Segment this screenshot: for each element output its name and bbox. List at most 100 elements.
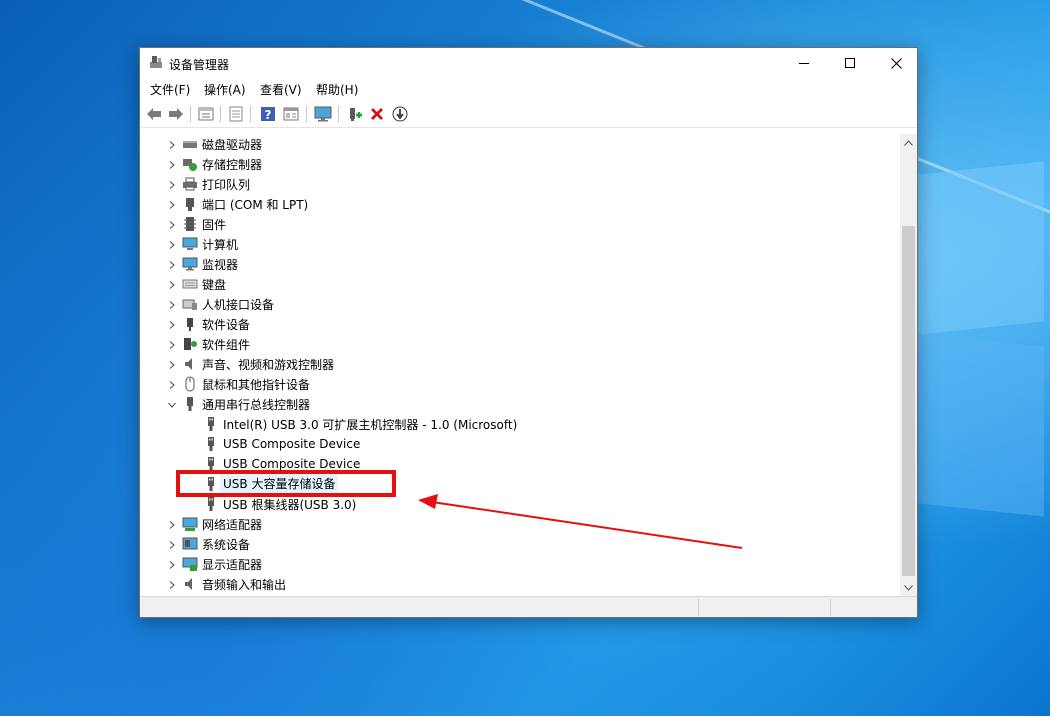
chevron-up-icon — [904, 139, 913, 146]
maximize-button[interactable] — [827, 48, 873, 78]
device-view-button[interactable] — [281, 104, 301, 124]
chevron-right-icon[interactable] — [167, 579, 177, 589]
tree-device[interactable]: USB Composite Device — [203, 434, 360, 454]
chevron-down-icon[interactable] — [167, 399, 177, 409]
chevron-right-icon[interactable] — [167, 559, 177, 569]
update-driver-button[interactable] — [345, 104, 365, 124]
scroll-up-button[interactable] — [900, 134, 917, 151]
vertical-scrollbar[interactable] — [900, 134, 917, 596]
tree-category-label: 人机接口设备 — [202, 297, 275, 312]
disable-icon — [392, 106, 408, 122]
tree-category-label: 监视器 — [202, 257, 239, 272]
menu-file[interactable]: 文件(F) — [150, 81, 190, 98]
usb-icon — [182, 396, 198, 412]
tree-device[interactable]: USB 根集线器(USB 3.0) — [203, 494, 356, 514]
computer-icon — [182, 236, 198, 252]
tree-device-label: USB Composite Device — [223, 437, 361, 451]
minimize-icon — [799, 62, 809, 64]
menu-help[interactable]: 帮助(H) — [316, 81, 358, 98]
tree-category[interactable]: 网络适配器 — [182, 514, 262, 534]
tree-device[interactable]: Intel(R) USB 3.0 可扩展主机控制器 - 1.0 (Microso… — [203, 414, 517, 434]
chevron-right-icon[interactable] — [167, 259, 177, 269]
tree-category[interactable]: 打印队列 — [182, 174, 250, 194]
properties-view-button[interactable] — [196, 104, 216, 124]
scan-hardware-button[interactable] — [313, 104, 333, 124]
tree-category[interactable]: 显示适配器 — [182, 554, 262, 574]
tree-category-label: 端口 (COM 和 LPT) — [202, 197, 309, 212]
help-button[interactable]: ? — [258, 104, 278, 124]
tree-category[interactable]: 软件组件 — [182, 334, 250, 354]
tree-category[interactable]: 软件设备 — [182, 314, 250, 334]
minimize-button[interactable] — [781, 48, 827, 78]
tree-category-label: 存储控制器 — [202, 157, 263, 172]
software-component-icon — [182, 336, 198, 352]
chevron-right-icon[interactable] — [167, 299, 177, 309]
tree-category[interactable]: 监视器 — [182, 254, 238, 274]
uninstall-button[interactable] — [367, 104, 387, 124]
chevron-right-icon[interactable] — [167, 359, 177, 369]
tree-category-label: 声音、视频和游戏控制器 — [202, 357, 335, 372]
chevron-right-icon[interactable] — [167, 239, 177, 249]
port-icon — [182, 196, 198, 212]
chevron-right-icon[interactable] — [167, 319, 177, 329]
scrollbar-thumb[interactable] — [902, 226, 915, 576]
tree-device-label: USB 根集线器(USB 3.0) — [223, 497, 357, 512]
title-bar[interactable]: 设备管理器 — [140, 48, 917, 78]
chevron-right-icon[interactable] — [167, 219, 177, 229]
close-button[interactable] — [873, 48, 919, 78]
tree-category-label: 音频输入和输出 — [202, 577, 287, 592]
tree-category[interactable]: 固件 — [182, 214, 226, 234]
chevron-down-icon — [904, 584, 913, 591]
svg-text:?: ? — [265, 108, 272, 122]
chevron-right-icon[interactable] — [167, 159, 177, 169]
close-icon — [890, 57, 902, 69]
back-icon — [147, 108, 161, 120]
device-view-icon — [283, 107, 299, 121]
chevron-right-icon[interactable] — [167, 519, 177, 529]
tree-category[interactable]: 鼠标和其他指针设备 — [182, 374, 310, 394]
tree-device-label: USB Composite Device — [223, 457, 361, 471]
chevron-right-icon[interactable] — [167, 539, 177, 549]
device-manager-icon — [149, 55, 163, 69]
hid-icon — [182, 296, 198, 312]
usb-device-icon — [203, 416, 219, 432]
mouse-icon — [182, 376, 198, 392]
tree-category-label: 打印队列 — [202, 177, 251, 192]
chevron-right-icon[interactable] — [167, 379, 177, 389]
toolbar: ? — [140, 100, 917, 128]
chevron-right-icon[interactable] — [167, 179, 177, 189]
tree-category[interactable]: 键盘 — [182, 274, 226, 294]
chevron-right-icon[interactable] — [167, 279, 177, 289]
menu-action[interactable]: 操作(A) — [204, 81, 246, 98]
printer-icon — [182, 176, 198, 192]
tree-category[interactable]: 音频输入和输出 — [182, 574, 286, 594]
tree-category[interactable]: 存储控制器 — [182, 154, 262, 174]
usb-device-icon — [203, 436, 219, 452]
scroll-down-button[interactable] — [900, 579, 917, 596]
tree-category[interactable]: 人机接口设备 — [182, 294, 274, 314]
back-button[interactable] — [144, 104, 164, 124]
menu-view[interactable]: 查看(V) — [260, 81, 302, 98]
tree-category[interactable]: 端口 (COM 和 LPT) — [182, 194, 308, 214]
tree-category[interactable]: 计算机 — [182, 234, 238, 254]
tree-category[interactable]: 系统设备 — [182, 534, 250, 554]
tree-category-label: 软件设备 — [202, 317, 251, 332]
disable-button[interactable] — [390, 104, 410, 124]
tree-category[interactable]: 声音、视频和游戏控制器 — [182, 354, 334, 374]
chevron-right-icon[interactable] — [167, 199, 177, 209]
tree-category[interactable]: 磁盘驱动器 — [182, 134, 262, 154]
properties-icon — [229, 106, 243, 122]
usb-device-icon — [203, 496, 219, 512]
tree-category[interactable]: 通用串行总线控制器 — [182, 394, 310, 414]
tree-category-label: 通用串行总线控制器 — [202, 397, 311, 412]
chevron-right-icon[interactable] — [167, 139, 177, 149]
audio-icon — [182, 576, 198, 592]
properties-button[interactable] — [226, 104, 246, 124]
monitor-icon — [182, 256, 198, 272]
tree-category-label: 计算机 — [202, 237, 239, 252]
chevron-right-icon[interactable] — [167, 339, 177, 349]
tree-category-label: 软件组件 — [202, 337, 251, 352]
update-driver-icon — [350, 108, 362, 121]
keyboard-icon — [182, 276, 198, 292]
forward-button[interactable] — [166, 104, 186, 124]
